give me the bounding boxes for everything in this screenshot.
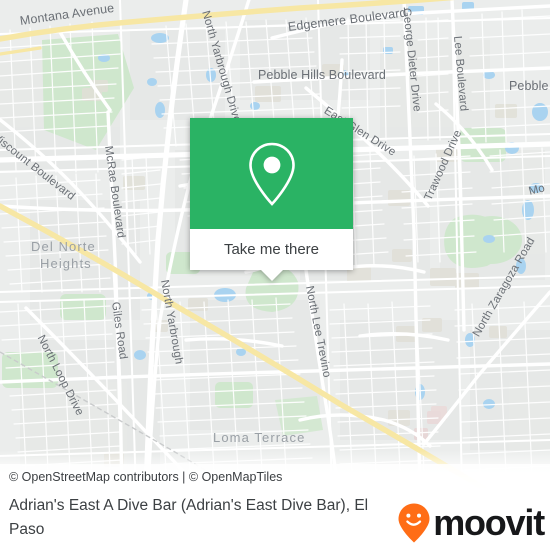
street-label: Pebble Hills Boulevard [258,68,386,82]
attribution-text[interactable]: © OpenStreetMap contributors | © OpenMap… [0,470,282,484]
map-canvas[interactable]: .rd{stroke:#ffffff;fill:none;stroke-line… [0,0,550,492]
moovit-smiley-pin-icon [398,503,430,543]
caption-bar: Adrian's East A Dive Bar (Adrian's East … [0,490,550,550]
popup-header [190,118,353,229]
map-pin-icon [248,142,295,206]
location-title: Adrian's East A Dive Bar (Adrian's East … [9,497,369,538]
take-me-there-button[interactable]: Take me there [190,229,353,270]
map-screenshot: .rd{stroke:#ffffff;fill:none;stroke-line… [0,0,550,550]
street-label: Pebble A [509,79,550,93]
location-popup[interactable]: Take me there [190,118,353,281]
popup-pointer [260,270,283,281]
place-label: Del Norte [31,239,96,254]
moovit-logo[interactable]: moovit [397,502,545,544]
take-me-there-label: Take me there [223,241,320,258]
map-attribution: © OpenStreetMap contributors | © OpenMap… [0,464,550,490]
place-label: Heights [40,256,92,271]
moovit-wordmark: moovit [433,502,545,543]
place-label: Loma Terrace [213,430,306,445]
